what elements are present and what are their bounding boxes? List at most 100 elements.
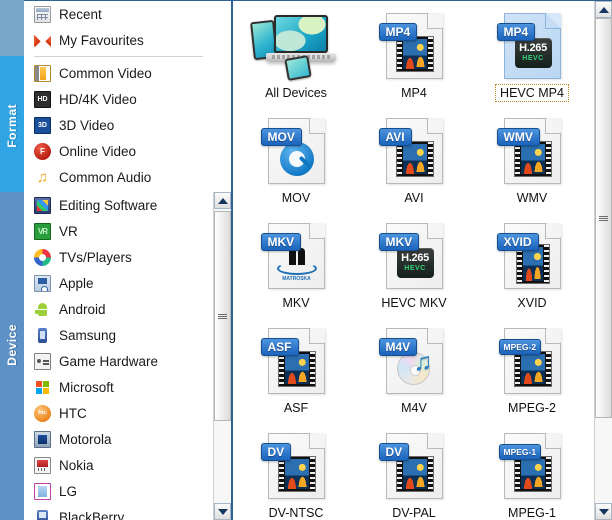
film-frame-image: [520, 144, 545, 174]
format-item-hevc-mp4[interactable]: H.265 HEVC MP4 HEVC MP4: [477, 9, 587, 114]
format-item-hevc-mkv[interactable]: H.265 HEVC MKV HEVC MKV: [359, 219, 469, 324]
sidebar-item-label: Samsung: [59, 327, 117, 343]
sidebar-item-hd-4k-video[interactable]: HD HD/4K Video: [24, 86, 209, 112]
format-grid: All Devices MP4 MP4 H.265 HEVC MP4 HEVC MP4 MOV…: [233, 1, 593, 520]
sidebar-item-blackberry[interactable]: BlackBerry: [24, 504, 209, 520]
format-item-mov[interactable]: MOV MOV: [241, 114, 351, 219]
sidebar-item-apple[interactable]: Apple: [24, 270, 209, 296]
format-item-label: MPEG-2: [508, 401, 556, 415]
file-sheet-icon: MPEG-2: [498, 328, 561, 394]
grid-scroll-up-button[interactable]: [595, 1, 612, 18]
gamepad-icon: [34, 352, 51, 370]
sidebar-scrollbar[interactable]: [213, 192, 231, 520]
sidebar-item-label: Common Audio: [59, 169, 152, 185]
motorola-icon: [34, 430, 51, 448]
sidebar-item-label: My Favourites: [59, 32, 144, 48]
film-thumbnail-icon: [395, 36, 434, 72]
grid-scroll-thumb[interactable]: [595, 18, 612, 418]
sidebar-item-3d-video[interactable]: 3D 3D Video: [24, 112, 209, 138]
sidebar-item-label: Recent: [59, 6, 102, 22]
sidebar-item-motorola[interactable]: Motorola: [24, 426, 209, 452]
sidebar-item-samsung[interactable]: Samsung: [24, 322, 209, 348]
format-icon-art: MOV: [260, 114, 325, 188]
sidebar-item-label: Android: [59, 301, 106, 317]
file-sheet-icon: H.265 HEVC MKV: [378, 223, 443, 289]
format-badge: DV: [378, 443, 410, 461]
film-frame-image: [520, 354, 545, 384]
3d-badge-icon: 3D: [34, 116, 51, 134]
quicktime-logo-icon: [279, 142, 314, 176]
sidebar-scroll-thumb[interactable]: [214, 211, 231, 421]
film-thumbnail-icon: [395, 456, 434, 492]
film-frame-image: [402, 39, 427, 69]
sidebar-item-tvs-players[interactable]: TVs/Players: [24, 244, 209, 270]
format-picker-window: Format Device Recent My Favourites Common …: [0, 0, 612, 520]
android-icon: [34, 301, 51, 318]
format-item-mkv[interactable]: MATROSKA MKV MKV: [241, 219, 351, 324]
film-thumbnail-icon: [513, 456, 552, 492]
format-item-label: ASF: [283, 401, 309, 415]
format-item-label: All Devices: [265, 86, 327, 100]
format-item-xvid[interactable]: XVID XVID: [477, 219, 587, 324]
sidebar-scroll-up-button[interactable]: [214, 192, 231, 209]
sidebar-item-lg[interactable]: LG: [24, 478, 209, 504]
format-badge: WMV: [496, 128, 540, 146]
format-item-asf[interactable]: ASF ASF: [241, 324, 351, 429]
sidebar-item-vr[interactable]: VR VR: [24, 218, 209, 244]
heart-icon: [34, 32, 51, 49]
scroll-grip-icon: [599, 215, 608, 221]
sidebar-item-editing-software[interactable]: Editing Software: [24, 192, 209, 218]
sidebar-item-label: Online Video: [59, 143, 137, 159]
format-item-dv-pal[interactable]: DV DV-PAL: [359, 429, 469, 520]
sidebar-item-htc[interactable]: htc HTC: [24, 400, 209, 426]
grid-scroll-track[interactable]: [595, 18, 612, 503]
format-icon-art: MPEG-1: [498, 429, 561, 503]
sidebar-item-online-video[interactable]: F Online Video: [24, 138, 209, 164]
sidebar-item-common-video[interactable]: Common Video: [24, 60, 209, 86]
grid-scroll-down-button[interactable]: [595, 503, 612, 520]
format-item-label: DV-NTSC: [268, 506, 324, 520]
tab-format[interactable]: Format: [0, 56, 24, 192]
format-badge: DV: [260, 443, 292, 461]
tv-player-icon: [34, 248, 51, 266]
matroska-logo-icon: MATROSKA: [276, 248, 317, 282]
hd-badge-icon: HD: [34, 90, 51, 108]
sidebar-item-label: BlackBerry: [59, 509, 125, 520]
format-badge: MPEG-2: [498, 339, 542, 355]
format-item-label: M4V: [401, 401, 427, 415]
format-icon-art: ASF: [260, 324, 325, 398]
sidebar-item-android[interactable]: Android: [24, 296, 209, 322]
editing-software-icon: [34, 196, 51, 214]
format-item-avi[interactable]: AVI AVI: [359, 114, 469, 219]
film-thumbnail-icon: [513, 141, 552, 177]
format-item-label: XVID: [517, 296, 547, 310]
format-item-mp4[interactable]: MP4 MP4: [359, 9, 469, 114]
sidebar-item-label: Common Video: [59, 65, 152, 81]
sidebar-scroll-track[interactable]: [214, 209, 231, 503]
format-item-mpeg-2[interactable]: MPEG-2 MPEG-2: [477, 324, 587, 429]
sidebar-item-nokia[interactable]: Nokia: [24, 452, 209, 478]
format-item-label: DV-PAL: [392, 506, 436, 520]
tab-device[interactable]: Device: [0, 192, 24, 520]
sidebar-item-game-hardware[interactable]: Game Hardware: [24, 348, 209, 374]
sidebar-scroll-down-button[interactable]: [214, 503, 231, 520]
sidebar-item-recent[interactable]: Recent: [24, 1, 209, 27]
format-item-m4v[interactable]: ♫ M4V M4V: [359, 324, 469, 429]
scroll-grip-icon: [218, 313, 227, 319]
format-icon-art: MPEG-2: [498, 324, 561, 398]
format-item-all-devices[interactable]: All Devices: [241, 9, 351, 114]
sidebar-item-label: Motorola: [59, 431, 112, 447]
sidebar-item-label: LG: [59, 483, 78, 499]
format-item-mpeg-1[interactable]: MPEG-1 MPEG-1: [477, 429, 587, 520]
format-item-label: MP4: [401, 86, 427, 100]
format-item-label: HEVC MP4: [495, 84, 569, 102]
sidebar-item-microsoft[interactable]: Microsoft: [24, 374, 209, 400]
sidebar-item-my-favourites[interactable]: My Favourites: [24, 27, 209, 53]
sidebar-item-label: Game Hardware: [59, 353, 159, 369]
format-grid-scrollbar[interactable]: [594, 1, 612, 520]
sidebar-item-common-audio[interactable]: ♫ Common Audio: [24, 164, 209, 190]
format-icon-art: MP4: [378, 9, 443, 83]
format-item-dv-ntsc[interactable]: DV DV-NTSC: [241, 429, 351, 520]
sidebar-item-label: TVs/Players: [59, 249, 132, 265]
format-item-wmv[interactable]: WMV WMV: [477, 114, 587, 219]
